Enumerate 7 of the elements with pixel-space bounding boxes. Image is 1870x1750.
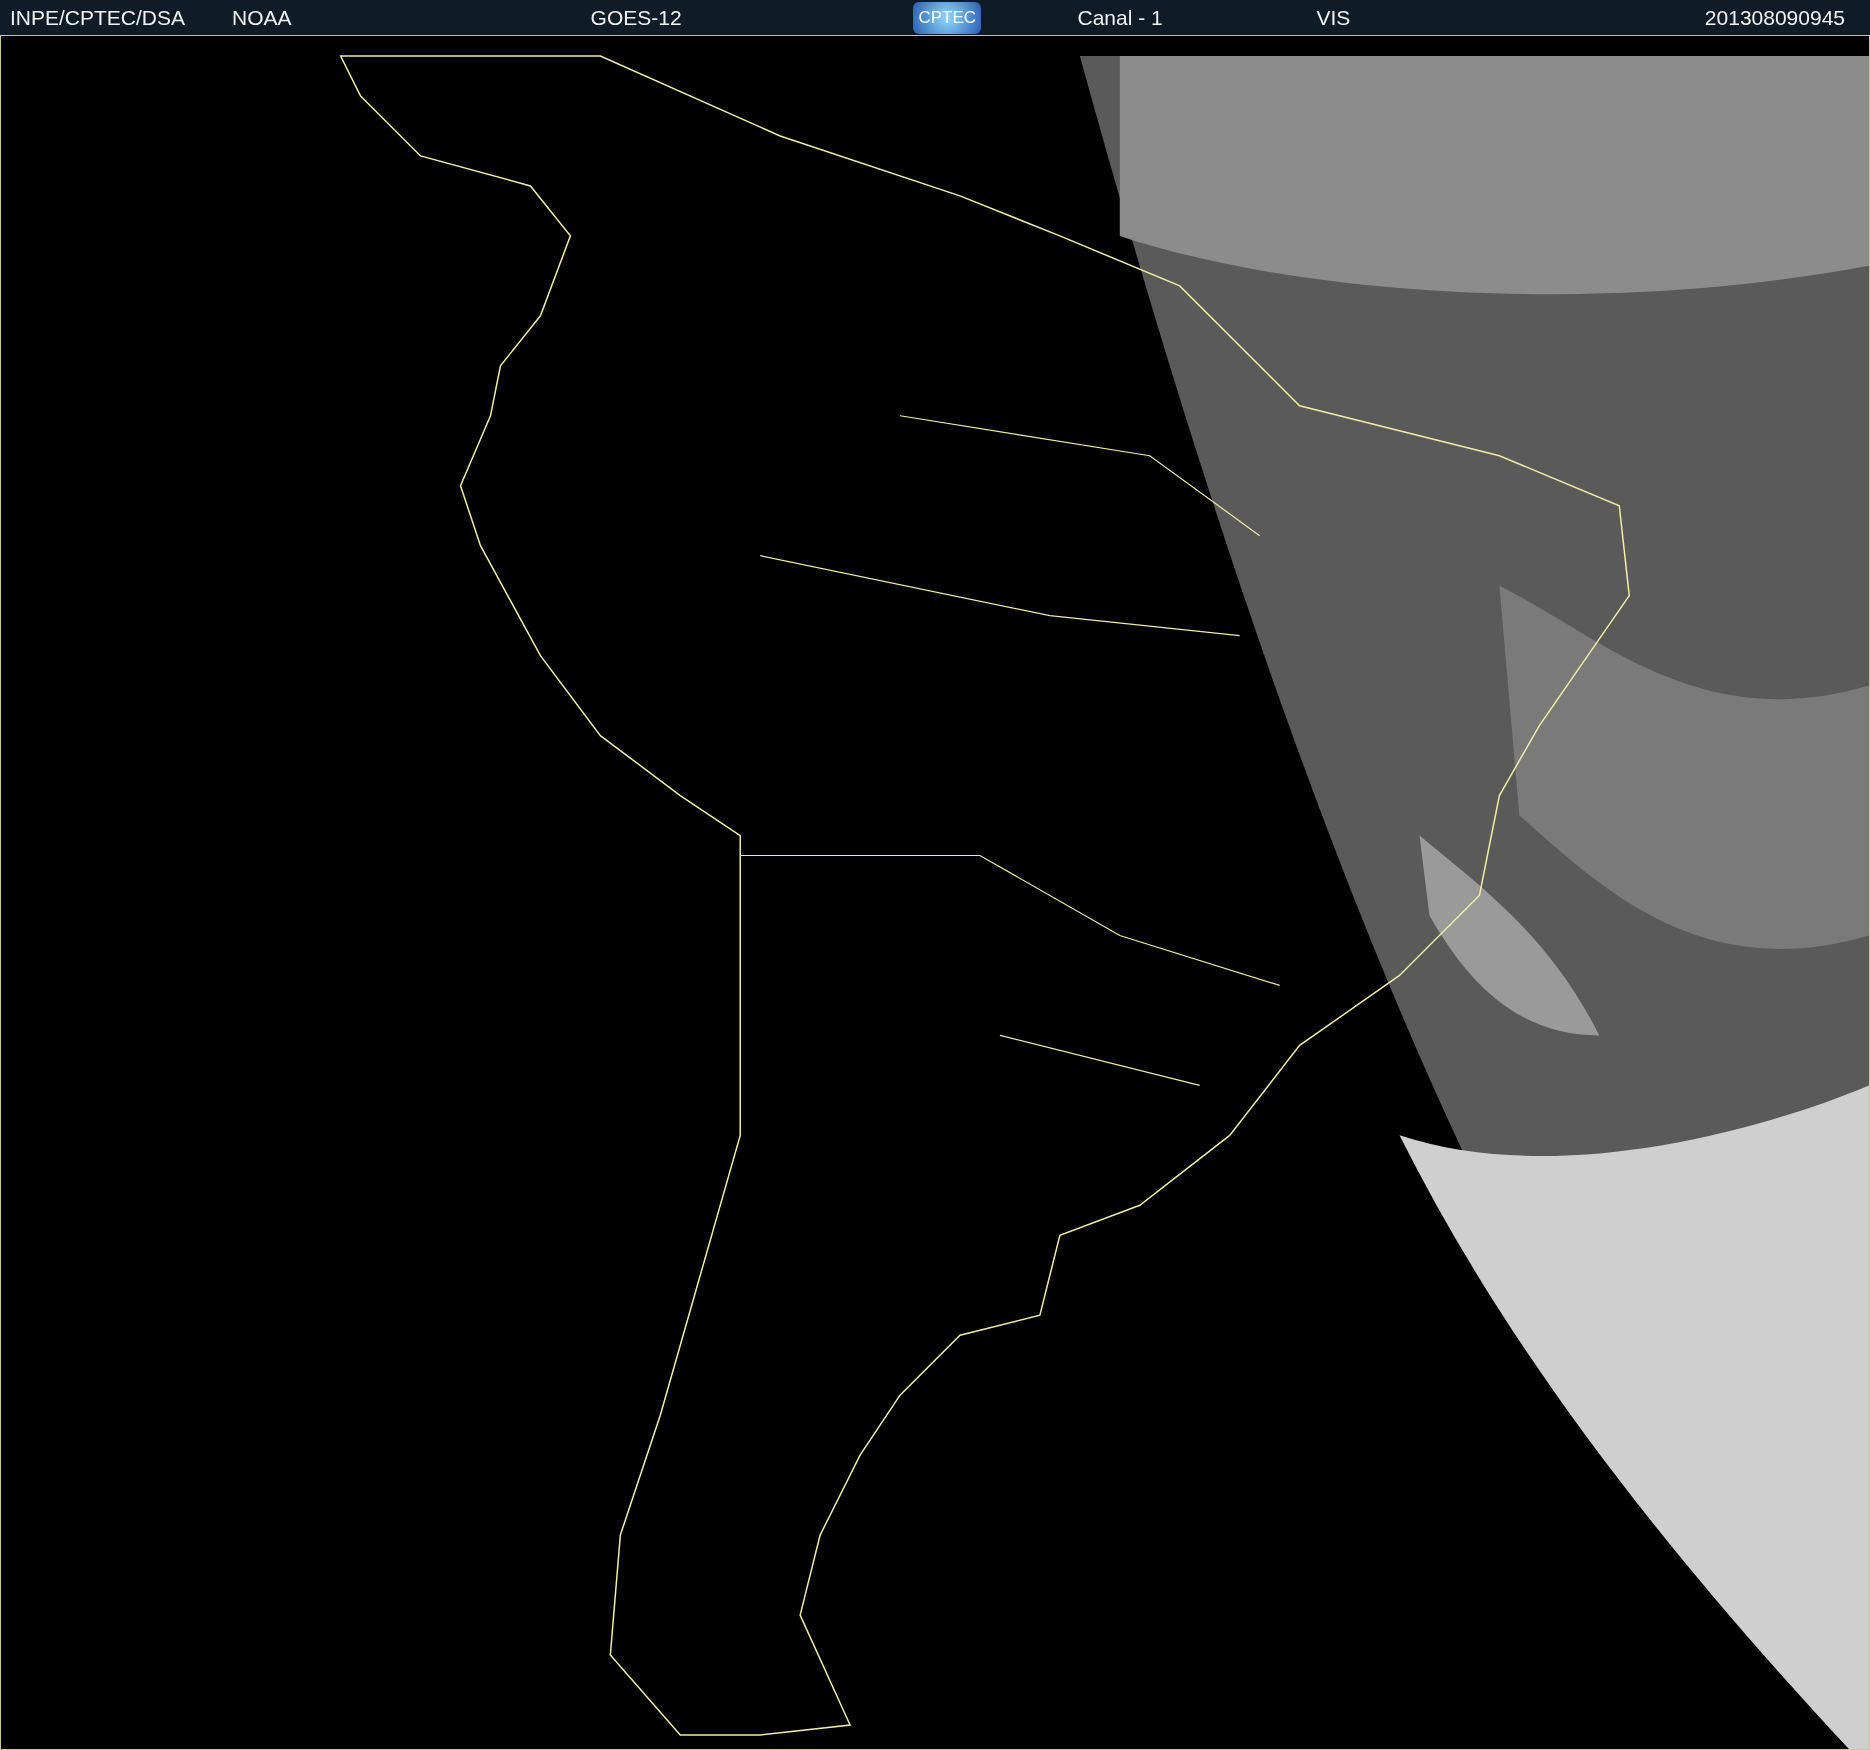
logo: CPTEC [913,1,982,34]
header-label: 201308090945 [1704,5,1845,29]
header-label: GOES-12 [590,5,682,29]
header-label: INPE/CPTEC/DSA [10,5,186,29]
header-label: NOAA [232,5,292,29]
header-label: VIS [1316,5,1351,29]
header-label: Canal - 1 [1077,5,1163,29]
